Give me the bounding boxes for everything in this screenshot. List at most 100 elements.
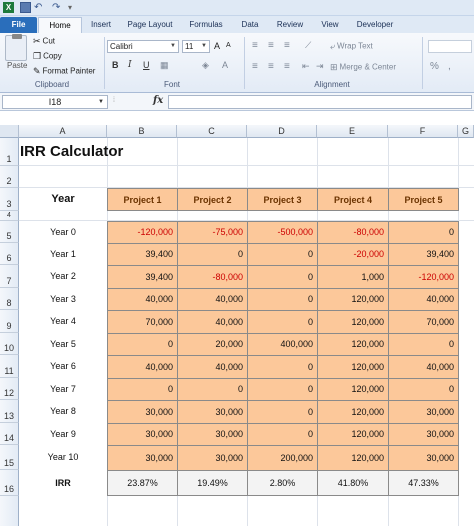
cash-flow-cell[interactable]: 30,000	[177, 423, 248, 446]
year-label[interactable]: Year 7	[19, 378, 107, 400]
cash-flow-cell[interactable]: 120,000	[317, 445, 389, 471]
irr-value[interactable]: 23.87%	[107, 470, 178, 496]
tab-home[interactable]: Home	[38, 17, 82, 33]
tab-view[interactable]: View	[317, 17, 343, 33]
project-header[interactable]: Project 1	[107, 188, 178, 211]
font-color-icon[interactable]: A	[222, 60, 228, 70]
cut-button[interactable]: ✂ Cut	[33, 36, 55, 47]
align-left-icon[interactable]: ≡	[252, 61, 258, 72]
redo-icon[interactable]: ↷	[52, 2, 63, 13]
year-label[interactable]: Year 0	[19, 221, 107, 243]
row-header-8[interactable]: 8	[0, 288, 19, 310]
tab-data[interactable]: Data	[237, 17, 263, 33]
cash-flow-cell[interactable]: 30,000	[388, 400, 459, 424]
cash-flow-cell[interactable]: 120,000	[317, 288, 389, 311]
cash-flow-cell[interactable]: 120,000	[317, 333, 389, 356]
cash-flow-cell[interactable]: -80,000	[317, 221, 389, 244]
paste-button[interactable]	[5, 34, 27, 61]
irr-value[interactable]: 47.33%	[388, 470, 459, 496]
percent-style-button[interactable]: %	[430, 61, 439, 72]
project-header[interactable]: Project 5	[388, 188, 459, 211]
row-header-5[interactable]: 5	[0, 221, 19, 243]
cash-flow-cell[interactable]: 70,000	[107, 310, 178, 334]
row-header-15[interactable]: 15	[0, 445, 19, 470]
customize-quick-access-icon[interactable]: ▾	[68, 2, 79, 13]
column-header-d[interactable]: D	[247, 125, 317, 138]
align-center-icon[interactable]: ≡	[268, 61, 274, 72]
cash-flow-cell[interactable]: 0	[247, 400, 318, 424]
align-right-icon[interactable]: ≡	[284, 61, 290, 72]
column-header-e[interactable]: E	[317, 125, 388, 138]
font-name-select[interactable]: Calibri ▼	[107, 40, 179, 53]
cash-flow-cell[interactable]: 30,000	[177, 445, 248, 471]
year-label[interactable]: Year 8	[19, 400, 107, 423]
undo-icon[interactable]: ↶	[34, 2, 45, 13]
cash-flow-cell[interactable]: 1,000	[317, 265, 389, 289]
year-header[interactable]: Year	[19, 188, 107, 211]
cash-flow-cell[interactable]: 0	[247, 423, 318, 446]
cash-flow-cell[interactable]: 40,000	[388, 288, 459, 311]
cash-flow-cell[interactable]: 39,400	[388, 243, 459, 266]
tab-review[interactable]: Review	[273, 17, 307, 33]
fill-color-icon[interactable]: ◈	[202, 60, 209, 71]
year-label[interactable]: Year 3	[19, 288, 107, 310]
excel-app-icon[interactable]: X	[3, 2, 14, 13]
orientation-icon[interactable]: ⟋	[305, 40, 311, 51]
cash-flow-cell[interactable]: 200,000	[247, 445, 318, 471]
project-header[interactable]: Project 3	[247, 188, 318, 211]
cash-flow-cell[interactable]: 120,000	[317, 400, 389, 424]
column-header-a[interactable]: A	[19, 125, 107, 138]
tab-insert[interactable]: Insert	[86, 17, 116, 33]
year-label[interactable]: Year 9	[19, 423, 107, 445]
row-header-14[interactable]: 14	[0, 423, 19, 445]
year-label[interactable]: Year 5	[19, 333, 107, 355]
comma-style-button[interactable]: ,	[448, 61, 451, 72]
project-header[interactable]: Project 4	[317, 188, 389, 211]
sheet-title[interactable]: IRR Calculator	[20, 143, 123, 160]
row-header-4[interactable]: 4	[0, 211, 19, 221]
row-header-11[interactable]: 11	[0, 355, 19, 378]
tab-formulas[interactable]: Formulas	[186, 17, 226, 33]
shrink-font-button[interactable]: A	[226, 42, 231, 49]
tab-page-layout[interactable]: Page Layout	[124, 17, 176, 33]
year-label[interactable]: Year 2	[19, 265, 107, 288]
cash-flow-cell[interactable]: 0	[177, 378, 248, 401]
cash-flow-cell[interactable]: 120,000	[317, 310, 389, 334]
irr-value[interactable]: 41.80%	[317, 470, 389, 496]
cash-flow-cell[interactable]: 30,000	[107, 400, 178, 424]
year-label[interactable]: Year 1	[19, 243, 107, 265]
wrap-text-button[interactable]: ⤶ Wrap Text	[330, 41, 373, 52]
cash-flow-cell[interactable]: 120,000	[317, 355, 389, 379]
cash-flow-cell[interactable]: 0	[388, 333, 459, 356]
cash-flow-cell[interactable]: 0	[388, 221, 459, 244]
borders-icon[interactable]: ▦	[160, 60, 169, 71]
irr-label[interactable]: IRR	[19, 470, 107, 496]
cash-flow-cell[interactable]: 40,000	[388, 355, 459, 379]
decrease-indent-icon[interactable]: ⇤	[302, 61, 310, 72]
cash-flow-cell[interactable]: 0	[388, 378, 459, 401]
cash-flow-cell[interactable]: 0	[107, 378, 178, 401]
cash-flow-cell[interactable]: 0	[177, 243, 248, 266]
row-header-13[interactable]: 13	[0, 400, 19, 423]
column-header-c[interactable]: C	[177, 125, 247, 138]
number-format-select[interactable]	[428, 40, 472, 53]
irr-value[interactable]: 19.49%	[177, 470, 248, 496]
tab-file[interactable]: File	[0, 17, 37, 33]
formula-input[interactable]	[168, 95, 472, 109]
increase-indent-icon[interactable]: ⇥	[316, 61, 324, 72]
cash-flow-cell[interactable]: 400,000	[247, 333, 318, 356]
year-label[interactable]: Year 4	[19, 310, 107, 333]
row-header-6[interactable]: 6	[0, 243, 19, 265]
cash-flow-cell[interactable]: 30,000	[388, 445, 459, 471]
year-label[interactable]: Year 10	[19, 445, 107, 470]
cash-flow-cell[interactable]: -120,000	[107, 221, 178, 244]
row-header-10[interactable]: 10	[0, 333, 19, 355]
row-header-16[interactable]: 16	[0, 470, 19, 496]
cash-flow-cell[interactable]: 30,000	[388, 423, 459, 446]
name-box[interactable]: I18 ▼	[2, 95, 108, 109]
cash-flow-cell[interactable]: 30,000	[177, 400, 248, 424]
cash-flow-cell[interactable]: -20,000	[317, 243, 389, 266]
insert-function-button[interactable]: fx	[153, 95, 163, 106]
cash-flow-cell[interactable]: 0	[247, 288, 318, 311]
cash-flow-cell[interactable]: 0	[247, 378, 318, 401]
